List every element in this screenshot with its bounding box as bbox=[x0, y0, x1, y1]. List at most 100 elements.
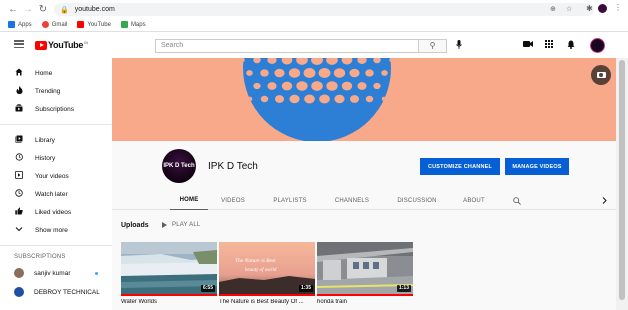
youtube-logo[interactable]: YouTube IN bbox=[35, 40, 88, 50]
globe-dot bbox=[246, 70, 253, 76]
manage-videos-button[interactable]: MANAGE VIDEOS bbox=[505, 158, 569, 175]
channel-avatar bbox=[14, 268, 24, 278]
browser-toolbar: ← → ↻ 🔒 youtube.com ⊕ ☆ ✱ ⋮ bbox=[0, 0, 628, 18]
sidebar-divider bbox=[0, 124, 112, 125]
video-thumbnail[interactable]: 1:13 bbox=[317, 242, 413, 296]
bookmark-maps[interactable]: Maps bbox=[120, 21, 146, 28]
apps-grid-icon bbox=[8, 21, 15, 28]
reload-icon[interactable]: ↻ bbox=[36, 2, 50, 16]
tab-channels[interactable]: CHANNELS bbox=[330, 191, 374, 210]
trending-icon bbox=[14, 86, 24, 96]
banner-globe-art bbox=[243, 58, 391, 141]
browser-menu-icon[interactable]: ⋮ bbox=[614, 3, 622, 12]
url-text: youtube.com bbox=[74, 6, 115, 13]
liked-videos-icon bbox=[14, 207, 24, 217]
video-card[interactable]: 6:55 Water Worlds bbox=[121, 242, 217, 305]
bookmark-youtube[interactable]: YouTube bbox=[77, 21, 111, 28]
subscription-item[interactable]: sanjiv kumar bbox=[0, 264, 112, 282]
microphone-icon[interactable] bbox=[456, 40, 462, 51]
forward-arrow-icon[interactable]: → bbox=[21, 2, 35, 16]
sidebar-item-history[interactable]: History bbox=[0, 149, 112, 167]
tab-discussion[interactable]: DISCUSSION bbox=[392, 191, 442, 210]
your-videos-icon bbox=[14, 171, 24, 181]
tab-about[interactable]: ABOUT bbox=[460, 191, 488, 210]
sidebar-item-subscriptions[interactable]: Subscriptions bbox=[0, 100, 112, 118]
channel-avatar bbox=[14, 287, 24, 297]
globe-dot bbox=[289, 94, 300, 104]
camera-icon bbox=[596, 72, 606, 78]
globe-dot bbox=[274, 95, 285, 103]
channel-avatar[interactable]: IPK D Tech bbox=[162, 149, 196, 183]
globe-dot bbox=[304, 94, 315, 104]
tab-playlists[interactable]: PLAYLISTS bbox=[268, 191, 312, 210]
globe-dot bbox=[246, 96, 253, 102]
video-card[interactable]: The Nature is Best beauty of world 1:35 … bbox=[219, 242, 315, 305]
youtube-icon bbox=[77, 21, 85, 28]
extensions-icon[interactable]: ✱ bbox=[586, 4, 593, 13]
play-all-button[interactable]: PLAY ALL bbox=[162, 222, 200, 228]
globe-dot bbox=[260, 69, 269, 77]
lock-icon: 🔒 bbox=[60, 6, 69, 14]
sidebar-item-your-videos[interactable]: Your videos bbox=[0, 167, 112, 185]
sidebar-divider bbox=[0, 245, 112, 246]
bookmark-apps[interactable]: Apps bbox=[8, 21, 32, 28]
hamburger-menu-icon[interactable] bbox=[14, 40, 24, 48]
tab-videos[interactable]: VIDEOS bbox=[216, 191, 250, 210]
uploads-title[interactable]: Uploads bbox=[121, 222, 149, 229]
sidebar-item-watch-later[interactable]: Watch later bbox=[0, 185, 112, 203]
page-scrollbar[interactable] bbox=[616, 58, 628, 310]
notifications-bell-icon[interactable] bbox=[567, 40, 575, 51]
video-duration: 1:35 bbox=[298, 285, 313, 292]
video-title[interactable]: honda train bbox=[317, 299, 413, 305]
channel-header: IPK D Tech IPK D Tech CUSTOMIZE CHANNEL … bbox=[112, 141, 616, 191]
watched-progress-bar bbox=[219, 294, 315, 296]
sidebar-item-liked-videos[interactable]: Liked videos bbox=[0, 203, 112, 221]
bookmarks-bar: Apps Gmail YouTube Maps bbox=[0, 18, 628, 32]
watch-later-icon bbox=[14, 189, 24, 199]
video-title[interactable]: The Nature is Best Beauty Of ... bbox=[219, 299, 315, 305]
account-avatar[interactable] bbox=[590, 38, 605, 53]
globe-dot bbox=[373, 82, 381, 90]
address-bar[interactable]: 🔒 youtube.com ⊕ ☆ bbox=[54, 3, 594, 16]
globe-dot bbox=[243, 83, 245, 89]
subscription-item[interactable]: DEBROY TECHNICAL bbox=[0, 283, 112, 301]
video-thumbnail[interactable]: The Nature is Best beauty of world 1:35 bbox=[219, 242, 315, 296]
search-channel-icon[interactable] bbox=[510, 191, 524, 210]
bookmark-star-icon[interactable]: ☆ bbox=[566, 5, 572, 13]
sidebar-item-trending[interactable]: Trending bbox=[0, 82, 112, 100]
video-title[interactable]: Water Worlds bbox=[121, 299, 217, 305]
globe-dot bbox=[333, 68, 346, 78]
search-input[interactable]: Search bbox=[155, 39, 419, 53]
globe-dot bbox=[296, 81, 308, 91]
sidebar-item-home[interactable]: Home bbox=[0, 64, 112, 82]
customize-channel-button[interactable]: CUSTOMIZE CHANNEL bbox=[420, 158, 500, 175]
new-content-dot bbox=[95, 271, 98, 275]
bookmark-gmail[interactable]: Gmail bbox=[41, 21, 67, 28]
chevron-right-icon[interactable] bbox=[598, 191, 610, 210]
install-icon[interactable]: ⊕ bbox=[550, 5, 556, 13]
maps-icon bbox=[120, 21, 128, 28]
scrollbar-thumb[interactable] bbox=[619, 60, 625, 300]
video-card[interactable]: 1:13 honda train bbox=[317, 242, 413, 305]
globe-dot bbox=[274, 68, 285, 78]
video-thumbnail[interactable]: 6:55 bbox=[121, 242, 217, 296]
sidebar-item-library[interactable]: Library bbox=[0, 131, 112, 149]
apps-grid-icon[interactable] bbox=[545, 40, 553, 50]
search-button[interactable]: ⚲ bbox=[419, 39, 447, 53]
globe-dot bbox=[389, 83, 391, 89]
globe-dot bbox=[381, 96, 388, 102]
create-video-icon[interactable] bbox=[523, 40, 533, 50]
profile-avatar-icon[interactable] bbox=[598, 4, 607, 13]
globe-dot bbox=[349, 95, 360, 103]
edit-banner-camera-button[interactable] bbox=[591, 65, 611, 85]
globe-dot bbox=[303, 68, 316, 78]
home-icon bbox=[14, 68, 24, 78]
tab-home[interactable]: HOME bbox=[170, 191, 208, 210]
back-arrow-icon[interactable]: ← bbox=[6, 2, 20, 16]
globe-dot bbox=[319, 94, 330, 104]
channel-banner bbox=[112, 58, 616, 141]
globe-dot bbox=[253, 82, 261, 90]
library-icon bbox=[14, 135, 24, 145]
overlay-text-line-1: The Nature is Best bbox=[235, 258, 276, 264]
sidebar-item-show-more[interactable]: Show more bbox=[0, 221, 112, 239]
